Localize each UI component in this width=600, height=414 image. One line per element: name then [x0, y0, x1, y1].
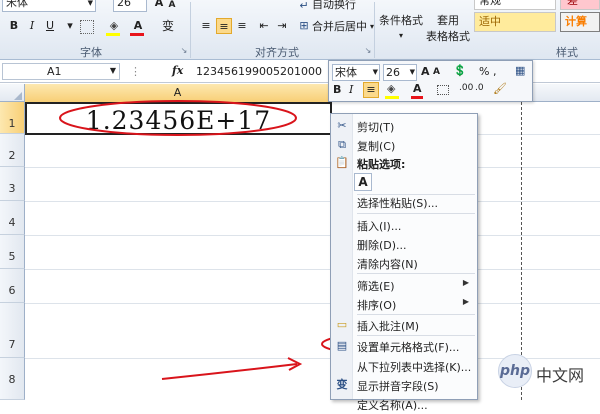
menu-item-cut-label: 剪切(T) — [357, 121, 395, 134]
mini-decrease-decimal-icon[interactable]: .0 — [475, 83, 484, 93]
menu-item-define-name[interactable]: 定义名称(A)... — [331, 394, 477, 414]
submenu-arrow-icon: ▶ — [462, 278, 469, 287]
chevron-down-icon: ▼ — [372, 68, 378, 76]
menu-item-copy-label: 复制(C) — [357, 140, 396, 153]
insert-comment-label: 插入批注(M) — [357, 320, 420, 333]
paste-options-label: 粘贴选项: — [357, 158, 406, 171]
menu-item-insert[interactable]: 插入(I)... — [331, 215, 477, 235]
menu-item-paste-options: 📋 粘贴选项: — [331, 153, 477, 173]
mini-font-color-swatch — [411, 96, 423, 99]
annotation-ellipse-cell — [59, 100, 297, 136]
watermark-php: php — [499, 363, 530, 379]
copy-icon: ⧉ — [338, 138, 346, 151]
mini-fill-color-icon[interactable]: ◈ — [387, 82, 395, 95]
paste-special-label: 选择性粘贴(S)... — [357, 197, 439, 210]
menu-item-clear[interactable]: 清除内容(N) — [331, 253, 477, 273]
mini-font-size[interactable]: 26 ▼ — [383, 64, 417, 81]
chevron-down-icon: ▼ — [409, 68, 415, 76]
mini-font-color-button[interactable]: A — [413, 82, 422, 95]
menu-item-delete[interactable]: 删除(D)... — [331, 234, 477, 254]
menu-item-copy[interactable]: ⧉ 复制(C) — [331, 135, 477, 155]
format-cells-icon: ▤ — [336, 339, 348, 352]
paste-keep-format-button[interactable]: A — [354, 173, 372, 191]
menu-item-sort[interactable]: 排序(O) ▶ — [331, 294, 477, 314]
mini-align-center-icon[interactable]: ≡ — [363, 82, 379, 98]
percent-icon[interactable]: % — [479, 65, 489, 78]
mini-shrink-font[interactable]: A — [433, 67, 440, 77]
format-cells-label: 设置单元格格式(F)... — [357, 341, 460, 354]
menu-item-filter[interactable]: 筛选(E) ▶ — [331, 275, 477, 295]
submenu-arrow-icon: ▶ — [462, 297, 469, 306]
mini-font-name-value: 宋体 — [335, 66, 357, 79]
define-name-label: 定义名称(A)... — [357, 399, 428, 412]
delete-label: 删除(D)... — [357, 239, 407, 252]
watermark-text: 中文网 — [536, 366, 585, 385]
clear-label: 清除内容(N) — [357, 258, 418, 271]
mini-font-name[interactable]: 宋体 ▼ — [332, 64, 380, 81]
menu-item-cut[interactable]: ✂ 剪切(T) — [331, 116, 477, 136]
mini-increase-decimal-icon[interactable]: .00 — [459, 83, 473, 93]
menu-item-phonetic[interactable]: 变 显示拼音字段(S) — [331, 375, 477, 395]
scissors-icon: ✂ — [337, 119, 347, 132]
mini-grow-font[interactable]: A — [421, 65, 430, 78]
format-table-icon[interactable]: ▦ — [515, 64, 525, 77]
phonetic-icon: 变 — [336, 378, 348, 391]
menu-separator — [357, 273, 475, 274]
filter-label: 筛选(E) — [357, 280, 395, 293]
comment-icon: ▭ — [336, 318, 348, 331]
sort-label: 排序(O) — [357, 299, 397, 312]
pick-list-label: 从下拉列表中选择(K)... — [357, 361, 472, 374]
clipboard-icon: 📋 — [335, 156, 349, 169]
menu-item-insert-comment[interactable]: ▭ 插入批注(M) — [331, 315, 477, 335]
insert-label: 插入(I)... — [357, 220, 402, 233]
menu-separator — [357, 213, 475, 214]
format-painter-icon[interactable]: 🖌 — [493, 82, 507, 95]
accounting-format-icon[interactable]: 💲 — [453, 64, 467, 77]
context-menu: ✂ 剪切(T) ⧉ 复制(C) 📋 粘贴选项: A 选择性粘贴(S)... 插入… — [330, 113, 478, 412]
menu-item-format-cells[interactable]: ▤ 设置单元格格式(F)... — [331, 336, 477, 356]
mini-bold-button[interactable]: B — [333, 83, 341, 96]
mini-font-size-value: 26 — [386, 66, 400, 79]
annotation-arrow-line — [161, 363, 298, 380]
menu-item-pick-list[interactable]: 从下拉列表中选择(K)... — [331, 356, 477, 376]
watermark-logo: php — [498, 354, 532, 388]
mini-italic-button[interactable]: I — [349, 83, 353, 96]
mini-border-icon[interactable] — [437, 85, 449, 95]
phonetic-label: 显示拼音字段(S) — [357, 380, 439, 393]
comma-icon[interactable]: , — [493, 65, 497, 78]
mini-toolbar: 宋体 ▼ 26 ▼ A A 💲 % , ▦ B I ≡ ◈ A .00 .0 🖌 — [328, 60, 533, 102]
menu-item-paste-special[interactable]: 选择性粘贴(S)... — [331, 192, 477, 212]
mini-fill-color-swatch — [385, 96, 399, 99]
